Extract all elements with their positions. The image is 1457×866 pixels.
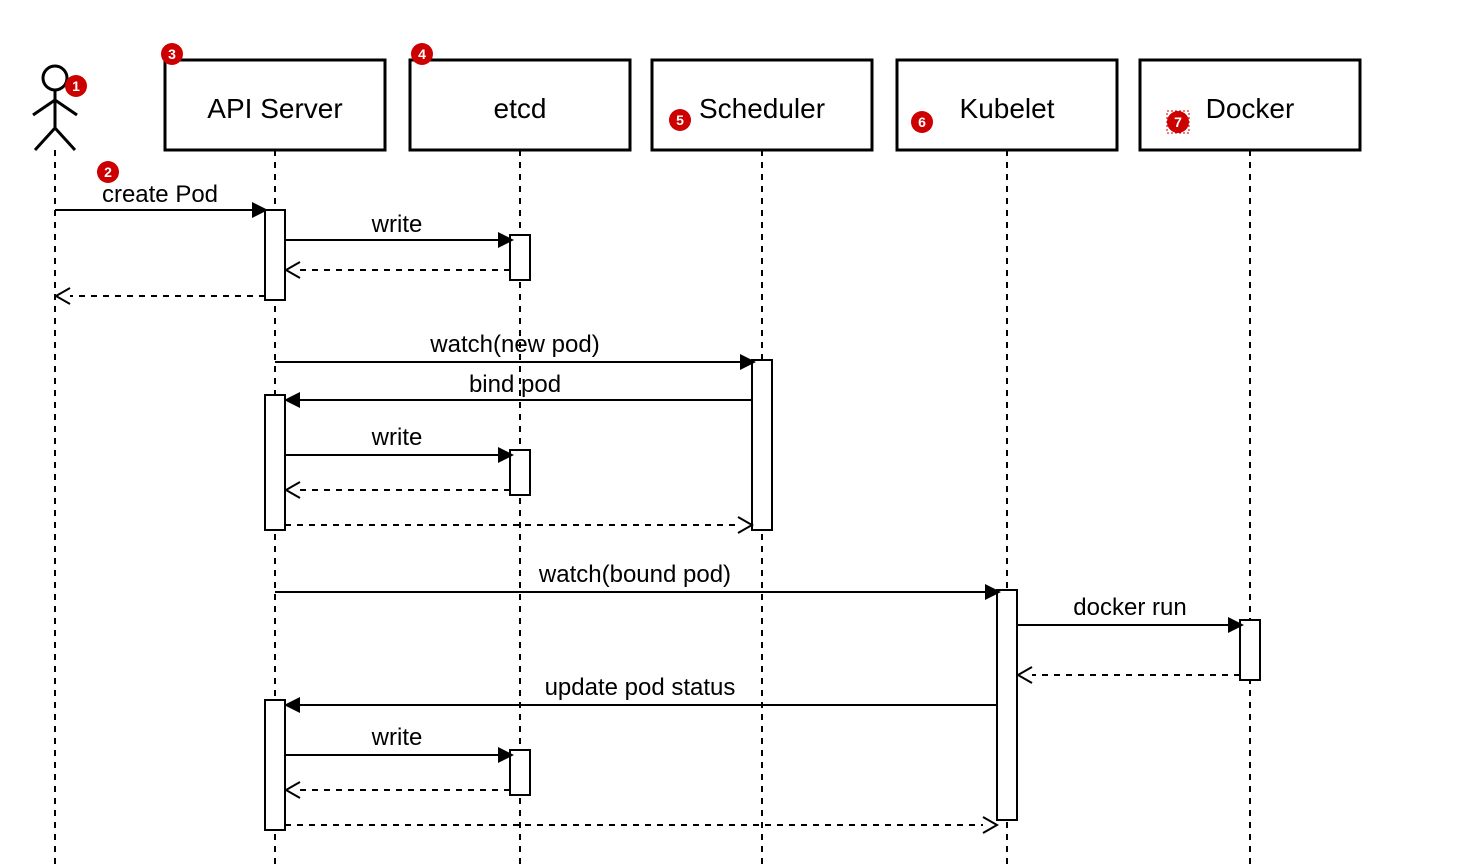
svg-text:4: 4	[418, 46, 426, 62]
activation-kubelet-3	[997, 590, 1017, 820]
activation-etcd-1	[510, 235, 530, 280]
svg-text:7: 7	[1174, 114, 1182, 130]
sequence-diagram: API Server etcd Scheduler Kubelet Docker…	[0, 0, 1457, 866]
activation-etcd-3	[510, 750, 530, 795]
label-bind-pod: bind pod	[469, 371, 561, 398]
arrow-return-etcd-3	[286, 782, 300, 798]
label-docker-run: docker run	[1073, 594, 1186, 621]
badge-7: 7	[1167, 111, 1189, 133]
activation-api-1	[265, 210, 285, 300]
arrow-return-etcd-1	[286, 262, 300, 278]
arrow-bind-pod	[284, 392, 300, 408]
activation-sched-2	[752, 360, 772, 530]
arrow-return-sched	[738, 517, 752, 533]
svg-text:2: 2	[104, 164, 112, 180]
badge-5: 5	[669, 109, 691, 131]
arrow-return-etcd-2	[286, 482, 300, 498]
arrow-return-docker	[1018, 667, 1032, 683]
badge-2: 2	[97, 161, 119, 183]
participant-kubelet-label: Kubelet	[960, 93, 1055, 124]
activation-api-3	[265, 700, 285, 830]
activation-docker-3	[1240, 620, 1260, 680]
label-write-1: write	[371, 211, 423, 238]
participant-etcd-label: etcd	[494, 93, 547, 124]
label-write-3: write	[371, 724, 423, 751]
arrow-update-status	[284, 697, 300, 713]
arrow-return-kubelet	[983, 817, 997, 833]
svg-text:3: 3	[168, 46, 176, 62]
badge-6: 6	[911, 111, 933, 133]
label-create-pod: create Pod	[102, 181, 218, 208]
label-watch-new: watch(new pod)	[429, 331, 599, 358]
badge-1: 1	[65, 75, 87, 97]
svg-text:5: 5	[676, 112, 684, 128]
participant-api-label: API Server	[207, 93, 342, 124]
activation-etcd-2	[510, 450, 530, 495]
activation-api-2	[265, 395, 285, 530]
participant-sched-label: Scheduler	[699, 93, 825, 124]
arrow-return-actor-1	[56, 288, 70, 304]
badge-4: 4	[411, 43, 433, 65]
label-write-2: write	[371, 424, 423, 451]
participant-docker-label: Docker	[1206, 93, 1295, 124]
label-update-status: update pod status	[545, 674, 736, 701]
svg-text:6: 6	[918, 114, 926, 130]
badge-3: 3	[161, 43, 183, 65]
svg-text:1: 1	[72, 78, 80, 94]
label-watch-bound: watch(bound pod)	[538, 561, 731, 588]
